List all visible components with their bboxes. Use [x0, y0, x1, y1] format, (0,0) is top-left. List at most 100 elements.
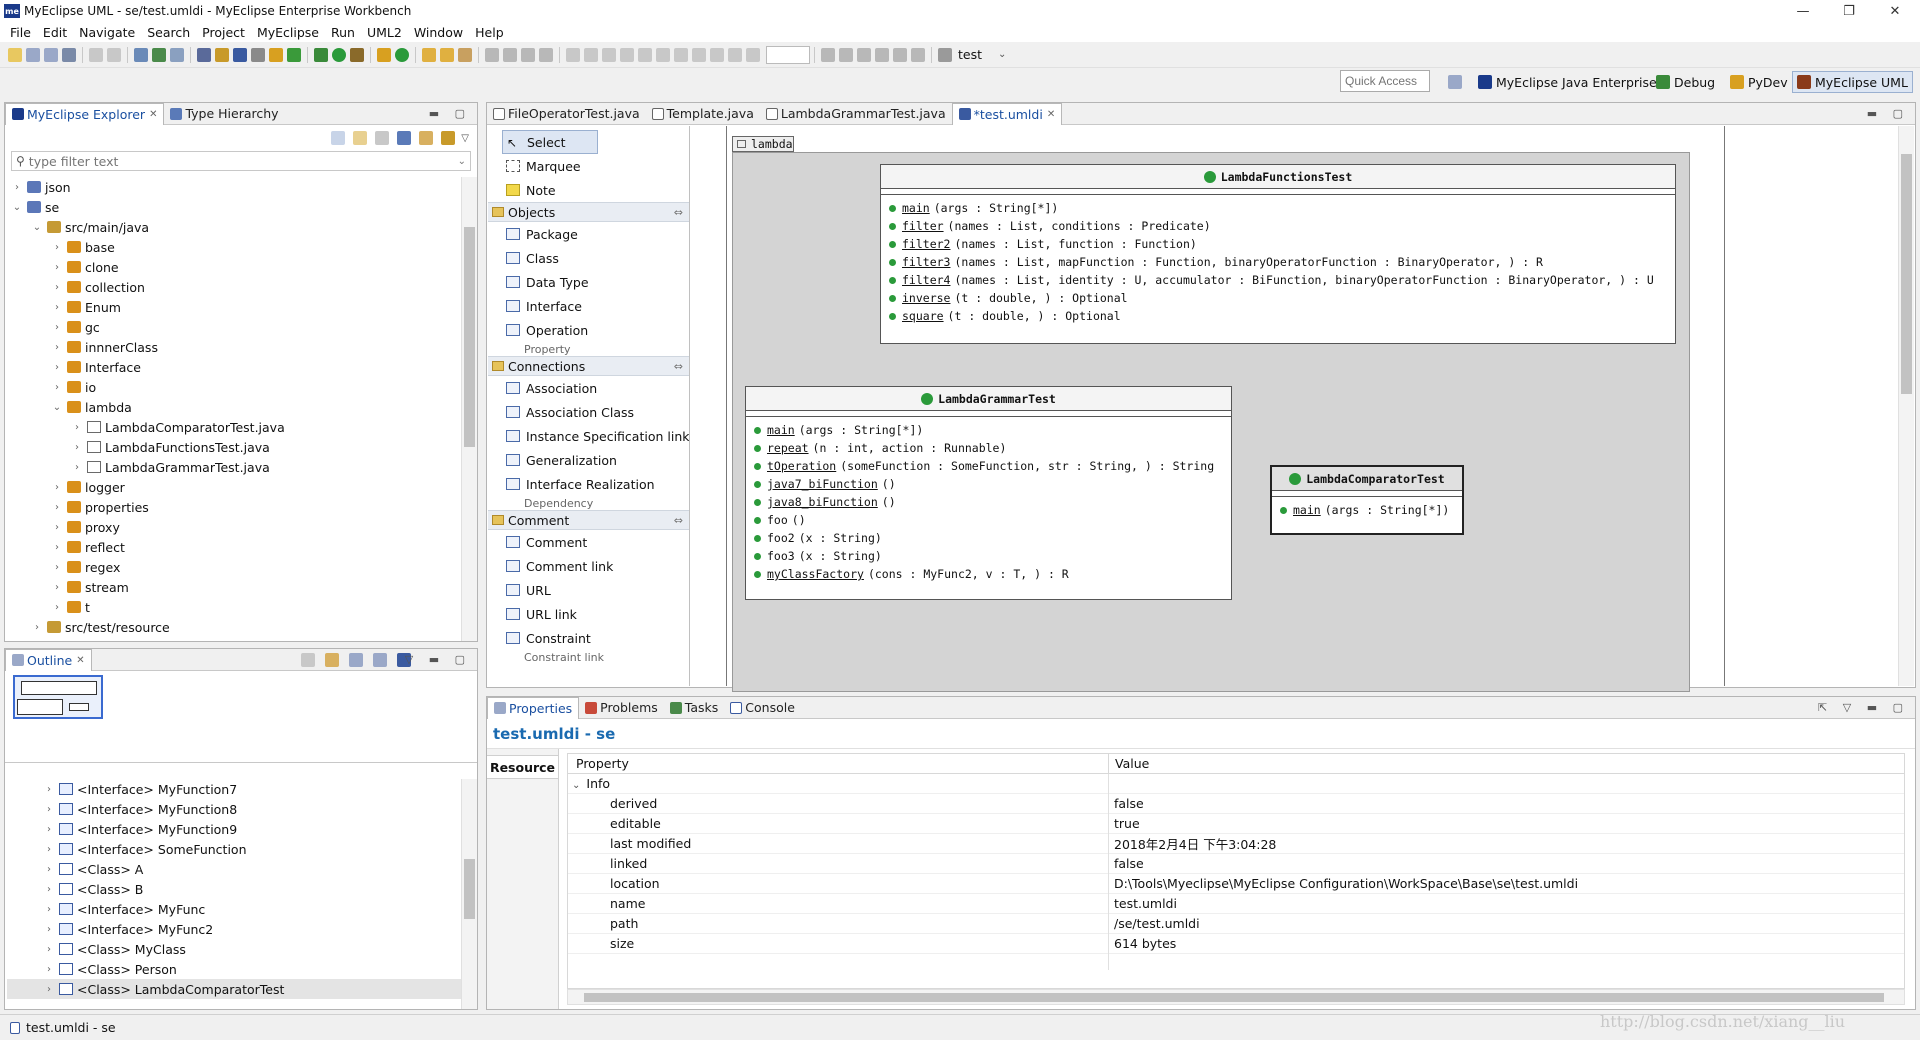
menu-edit[interactable]: Edit: [37, 25, 73, 40]
outline-item[interactable]: › <Interface> SomeFunction: [7, 839, 461, 859]
chevron-right-icon[interactable]: ›: [43, 884, 55, 895]
tree-item[interactable]: › Enum: [7, 297, 461, 317]
chevron-down-icon[interactable]: ⌄: [31, 222, 43, 233]
outline-item[interactable]: › <Interface> MyFunc2: [7, 919, 461, 939]
collapse-icon[interactable]: ⇔: [674, 360, 683, 373]
hide-fields-icon[interactable]: [325, 653, 339, 667]
tab-problems[interactable]: Problems: [579, 697, 664, 719]
outline-item[interactable]: › <Class> A: [7, 859, 461, 879]
chevron-right-icon[interactable]: ›: [43, 864, 55, 875]
menu-window[interactable]: Window: [408, 25, 469, 40]
palette-item[interactable]: Association Class: [488, 400, 689, 424]
scrollbar-thumb[interactable]: [1901, 154, 1912, 394]
outline-item[interactable]: › <Interface> MyFunction7: [7, 779, 461, 799]
outline-item[interactable]: › <Class> B: [7, 879, 461, 899]
tree-item[interactable]: › LambdaGrammarTest.java: [7, 457, 461, 477]
uml-size-icon[interactable]: [692, 47, 706, 62]
uml-zoom-icon[interactable]: [746, 47, 760, 62]
palette-item[interactable]: Interface: [488, 294, 689, 318]
property-row[interactable]: name test.umldi: [568, 894, 1904, 914]
uml-operation[interactable]: tOperation (someFunction : SomeFunction, …: [746, 457, 1231, 475]
editor-tab-template[interactable]: Template.java: [646, 103, 760, 125]
outline-item[interactable]: › <Interface> MyFunc: [7, 899, 461, 919]
arrow-up-icon[interactable]: [857, 47, 871, 62]
palette-note[interactable]: Note: [488, 178, 689, 202]
arrow-left-icon[interactable]: [821, 47, 835, 62]
cube-icon[interactable]: [233, 47, 247, 62]
minimize-maximize-icon[interactable]: ⇱ ▽ ▬ ▢: [1818, 701, 1909, 714]
chevron-right-icon[interactable]: ›: [43, 844, 55, 855]
property-row[interactable]: linked false: [568, 854, 1904, 874]
chevron-right-icon[interactable]: ›: [43, 824, 55, 835]
tree-item[interactable]: › LambdaComparatorTest.java: [7, 417, 461, 437]
close-icon[interactable]: ✕: [1872, 0, 1918, 22]
outline-item[interactable]: › <Class> Person: [7, 959, 461, 979]
uml-operation[interactable]: filter3 (names : List, mapFunction : Func…: [881, 253, 1675, 271]
tree-item[interactable]: › gc: [7, 317, 461, 337]
arrow-top-icon[interactable]: [875, 47, 889, 62]
palette-select[interactable]: ↖ Select: [502, 130, 598, 154]
tab-tasks[interactable]: Tasks: [664, 697, 725, 719]
deploy-icon[interactable]: [134, 47, 148, 62]
outline-item[interactable]: › <Interface> MyFunction9: [7, 819, 461, 839]
pin-icon[interactable]: [419, 131, 434, 145]
chevron-right-icon[interactable]: ›: [51, 282, 63, 293]
value-column-header[interactable]: Value: [1108, 753, 1149, 774]
minimize-maximize-icon[interactable]: ▽ ▬ ▢: [405, 653, 471, 666]
tree-item[interactable]: › properties: [7, 497, 461, 517]
uml-class-lambdagrammartest[interactable]: LambdaGrammarTest main (args : String[*])…: [745, 386, 1232, 600]
tree-item[interactable]: › innnerClass: [7, 337, 461, 357]
menu-uml2[interactable]: UML2: [361, 25, 408, 40]
tree-item[interactable]: › regex: [7, 557, 461, 577]
palette-item[interactable]: Data Type: [488, 270, 689, 294]
palette-marquee[interactable]: Marquee: [488, 154, 689, 178]
palette-section-connections[interactable]: Connections ⇔: [488, 356, 689, 376]
new-package-icon[interactable]: [377, 47, 391, 62]
chevron-right-icon[interactable]: ›: [51, 582, 63, 593]
uml-operation[interactable]: java7_biFunction(): [746, 475, 1231, 493]
minimize-icon[interactable]: —: [1780, 0, 1826, 22]
save-all-icon[interactable]: [44, 47, 58, 62]
tree-item[interactable]: › Interface: [7, 357, 461, 377]
uml-operation[interactable]: foo2 (x : String): [746, 529, 1231, 547]
outline-item[interactable]: › <Interface> MyFunction8: [7, 799, 461, 819]
next-annotation-icon[interactable]: [485, 47, 499, 62]
menu-project[interactable]: Project: [196, 25, 251, 40]
save-icon[interactable]: [26, 47, 40, 62]
prev-annotation-icon[interactable]: [503, 47, 517, 62]
server-icon[interactable]: [152, 47, 166, 62]
chevron-right-icon[interactable]: ›: [51, 362, 63, 373]
chevron-right-icon[interactable]: ›: [43, 944, 55, 955]
zoom-select[interactable]: [766, 45, 810, 64]
property-row[interactable]: location D:\Tools\Myeclipse\MyEclipse Con…: [568, 874, 1904, 894]
palette-section-comment[interactable]: Comment ⇔: [488, 510, 689, 530]
filter-input[interactable]: [28, 153, 409, 169]
uml-operation[interactable]: main (args : String[*]): [881, 199, 1675, 217]
tree-item[interactable]: ⌄ se: [7, 197, 461, 217]
palette-item[interactable]: Association: [488, 376, 689, 400]
run-config-icon[interactable]: [938, 47, 952, 62]
palette-item[interactable]: Comment: [488, 530, 689, 554]
property-column-header[interactable]: Property: [568, 756, 1108, 771]
uml-class-lambdacomparatortest[interactable]: LambdaComparatorTest main (args : String[…: [1270, 465, 1464, 535]
property-row[interactable]: last modified 2018年2月4日 下午3:04:28: [568, 834, 1904, 854]
grid-icon[interactable]: [197, 47, 211, 62]
perspective-debug[interactable]: Debug: [1652, 71, 1719, 93]
explorer-scrollbar[interactable]: [461, 177, 477, 641]
close-icon[interactable]: ✕: [1047, 109, 1055, 120]
palette-more-item[interactable]: Property: [488, 342, 689, 356]
perspective-myeclipse-uml[interactable]: MyEclipse UML: [1792, 71, 1913, 93]
collapse-all-icon[interactable]: [331, 131, 346, 145]
tree-item[interactable]: › json: [7, 177, 461, 197]
uml-class-lambdafunctionstest[interactable]: LambdaFunctionsTest main (args : String[*…: [880, 164, 1676, 344]
tab-outline[interactable]: Outline ✕: [5, 648, 92, 671]
forward-icon[interactable]: [539, 47, 553, 62]
run-config-label[interactable]: test: [958, 47, 982, 62]
thumbnail-viewport[interactable]: [13, 675, 103, 719]
close-icon[interactable]: ✕: [76, 655, 84, 666]
chevron-right-icon[interactable]: ›: [11, 182, 23, 193]
property-row[interactable]: size 614 bytes: [568, 934, 1904, 954]
open-type-icon[interactable]: [170, 47, 184, 62]
outline-item[interactable]: › <Class> LambdaComparatorTest: [7, 979, 461, 999]
sort-icon[interactable]: [301, 653, 315, 667]
